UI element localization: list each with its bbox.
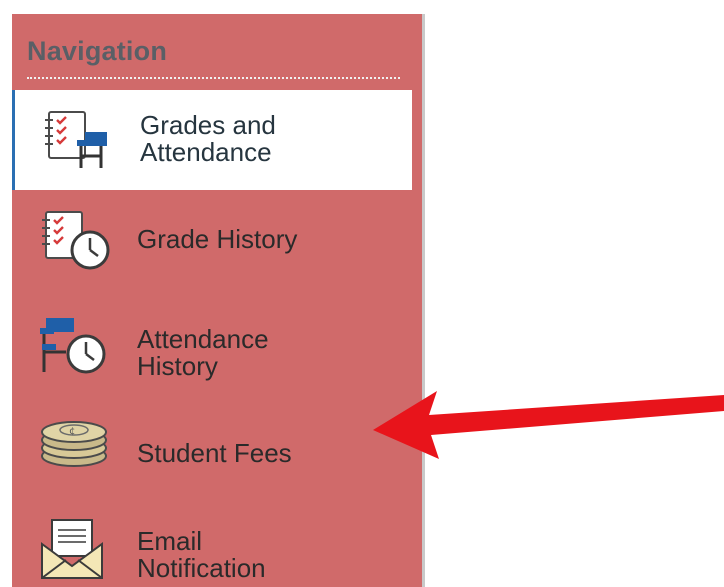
nav-item-label: Grade History <box>137 226 297 253</box>
navigation-panel: Navigation Grades and Attendance Grade H… <box>12 14 425 587</box>
navigation-divider <box>27 77 400 79</box>
nav-item-student-fees[interactable]: ¢ Student Fees <box>12 402 412 502</box>
nav-item-label-line2: Attendance <box>140 137 272 167</box>
grades-attendance-icon <box>45 111 107 168</box>
attendance-history-icon <box>40 318 106 374</box>
nav-item-label: Email Notification <box>137 528 266 582</box>
svg-text:¢: ¢ <box>69 426 75 437</box>
nav-item-label-line1: Student Fees <box>137 438 292 468</box>
nav-item-label: Attendance History <box>137 326 269 380</box>
grade-history-icon <box>42 211 110 270</box>
nav-item-label: Grades and Attendance <box>140 112 276 166</box>
red-arrow-icon <box>373 391 724 459</box>
navigation-title: Navigation <box>27 36 168 66</box>
nav-item-label-line2: Notification <box>137 553 266 583</box>
nav-item-grades-and-attendance[interactable]: Grades and Attendance <box>12 90 412 190</box>
nav-item-label: Student Fees <box>137 440 292 467</box>
nav-item-attendance-history[interactable]: Attendance History <box>12 302 412 402</box>
nav-item-label-line1: Email <box>137 526 203 556</box>
nav-item-label-line2: History <box>137 351 218 381</box>
student-fees-icon: ¢ <box>41 421 107 467</box>
email-notification-icon <box>41 519 103 579</box>
nav-item-label-line1: Attendance <box>137 324 269 354</box>
nav-item-label-line1: Grades and <box>140 110 276 140</box>
nav-item-label-line1: Grade History <box>137 224 298 254</box>
nav-item-email-notification[interactable]: Email Notification <box>12 504 412 587</box>
nav-item-grade-history[interactable]: Grade History <box>12 200 412 300</box>
page: Navigation Grades and Attendance Grade H… <box>0 0 724 587</box>
